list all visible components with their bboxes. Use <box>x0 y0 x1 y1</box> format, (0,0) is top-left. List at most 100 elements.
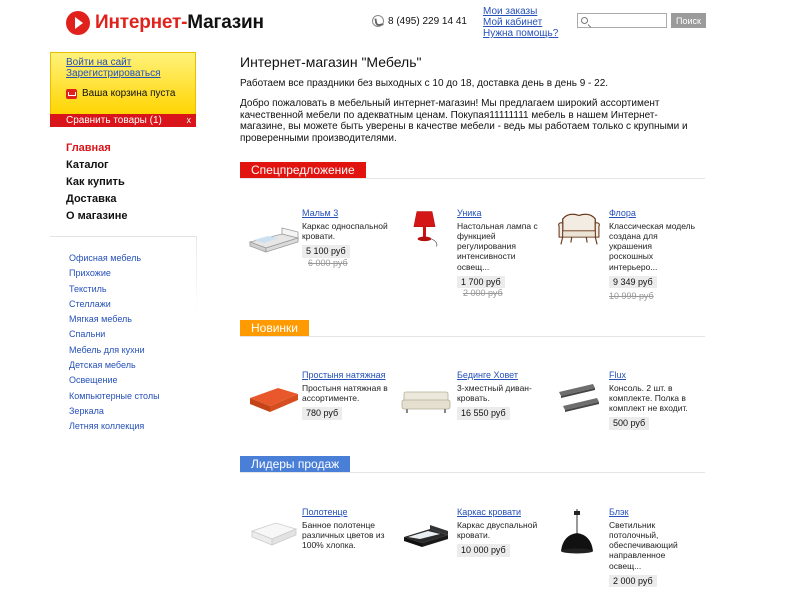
fitted-sheet-image[interactable] <box>248 378 300 416</box>
product-card: Flux Консоль. 2 шт. в комплекте. Полка в… <box>553 370 703 450</box>
product-price: 500 руб <box>609 417 650 430</box>
nav-home[interactable]: Главная <box>66 140 128 157</box>
product-old-price: 10 999 руб <box>609 291 654 302</box>
page-title: Интернет-магазин "Мебель" <box>240 54 422 70</box>
category-item[interactable]: Спальни <box>69 327 160 342</box>
logo-text: Интернет-Магазин <box>95 12 264 34</box>
cart-icon <box>66 88 77 99</box>
sofa-image[interactable] <box>553 210 605 248</box>
product-description: Настольная лампа с функцией регулировани… <box>457 220 538 272</box>
nav-how-to-buy[interactable]: Как купить <box>66 174 128 191</box>
register-link[interactable]: Зарегистрироваться <box>66 68 195 79</box>
product-description: 3-хместный диван-кровать. <box>457 382 532 403</box>
price-row: 9 349 руб 10 999 руб <box>609 275 697 302</box>
product-card: Блэк Светильник потолочный, обеспечивающ… <box>553 507 703 588</box>
product-info: Каркас кровати Каркас двуспальной кроват… <box>457 507 545 557</box>
product-price: 2 000 руб <box>609 574 657 588</box>
logo-text-part2: Магазин <box>187 12 264 33</box>
category-item[interactable]: Зеркала <box>69 404 160 419</box>
phone-block: 8 (495) 229 14 41 <box>372 15 467 27</box>
logo-text-part1: Интернет- <box>95 12 188 33</box>
sidebar-divider <box>50 236 196 237</box>
product-price: 5 100 руб <box>302 245 350 258</box>
price-row: 2 000 руб <box>609 574 697 588</box>
product-description: Консоль. 2 шт. в комплекте. Полка в комп… <box>609 382 688 414</box>
product-card: Простыня натяжная Простыня натяжная в ас… <box>248 370 398 450</box>
compare-close-icon[interactable]: x <box>187 114 192 127</box>
nav-about[interactable]: О магазине <box>66 208 128 225</box>
product-price: 9 349 руб <box>609 275 657 289</box>
bed-frame-image[interactable] <box>400 517 452 555</box>
product-card: Бединге Ховет 3-хместный диван-кровать. … <box>400 370 550 450</box>
product-price: 1 700 руб <box>457 275 505 289</box>
product-info: Простыня натяжная Простыня натяжная в ас… <box>302 370 390 420</box>
product-price: 16 550 руб <box>457 407 510 420</box>
product-info: Уника Настольная лампа с функцией регули… <box>457 208 545 299</box>
search-box <box>577 13 667 28</box>
my-account-link[interactable]: Мой кабинет <box>483 17 558 28</box>
table-lamp-image[interactable] <box>400 210 452 248</box>
product-name-link[interactable]: Блэк <box>609 507 697 518</box>
category-item[interactable]: Прихожие <box>69 266 160 281</box>
intro-paragraph-welcome: Добро пожаловать в мебельный интернет-ма… <box>240 98 688 144</box>
section-divider <box>240 336 705 337</box>
section-title-new-arrivals: Новинки <box>240 320 309 337</box>
price-row: 16 550 руб <box>457 407 545 420</box>
product-name-link[interactable]: Простыня натяжная <box>302 370 390 381</box>
cart-status[interactable]: Ваша корзина пуста <box>66 88 195 99</box>
product-name-link[interactable]: Флора <box>609 208 697 219</box>
product-name-link[interactable]: Каркас кровати <box>457 507 545 518</box>
product-name-link[interactable]: Flux <box>609 370 697 381</box>
product-description: Простыня натяжная в ассортименте. <box>302 382 388 403</box>
product-description: Светильник потолочный, обеспечивающий на… <box>609 519 678 571</box>
category-item[interactable]: Офисная мебель <box>69 251 160 266</box>
product-name-link[interactable]: Мальм 3 <box>302 208 390 219</box>
category-item[interactable]: Мебель для кухни <box>69 343 160 358</box>
help-link[interactable]: Нужна помощь? <box>483 28 558 39</box>
category-item[interactable]: Детская мебель <box>69 358 160 373</box>
site-logo[interactable]: Интернет-Магазин <box>66 11 264 35</box>
cart-status-text: Ваша корзина пуста <box>82 88 176 99</box>
bed-image[interactable] <box>248 218 300 256</box>
sofa-bed-image[interactable] <box>400 380 452 418</box>
my-orders-link[interactable]: Мои заказы <box>483 6 558 17</box>
category-item[interactable]: Компьютерные столы <box>69 389 160 404</box>
ceiling-lamp-image[interactable] <box>553 507 605 563</box>
price-row: 5 100 руб 6 000 руб <box>302 245 390 268</box>
compare-bar[interactable]: Сравнить товары (1) x <box>50 114 196 127</box>
product-card: Мальм 3 Каркас односпальной кровати. 5 1… <box>248 208 398 288</box>
product-old-price: 6 000 руб <box>308 257 348 268</box>
category-item[interactable]: Мягкая мебель <box>69 312 160 327</box>
intro-paragraph-hours: Работаем все праздники без выходных с 10… <box>240 78 609 89</box>
category-item[interactable]: Летняя коллекция <box>69 419 160 434</box>
product-card: Уника Настольная лампа с функцией регули… <box>400 208 550 298</box>
product-description: Классическая модель создана для украшени… <box>609 220 696 272</box>
shelf-console-image[interactable] <box>553 382 605 420</box>
price-row: 780 руб <box>302 407 390 420</box>
product-name-link[interactable]: Уника <box>457 208 545 219</box>
nav-catalog[interactable]: Каталог <box>66 157 128 174</box>
nav-delivery[interactable]: Доставка <box>66 191 128 208</box>
category-item[interactable]: Текстиль <box>69 282 160 297</box>
intro-text: Работаем все праздники без выходных с 10… <box>240 78 700 153</box>
login-link[interactable]: Войти на сайт <box>66 57 195 68</box>
product-info: Полотенце Банное полотенце различных цве… <box>302 507 390 550</box>
search-button[interactable]: Поиск <box>671 13 706 28</box>
price-row: 10 000 руб <box>457 544 545 557</box>
product-info: Мальм 3 Каркас односпальной кровати. 5 1… <box>302 208 390 268</box>
product-info: Flux Консоль. 2 шт. в комплекте. Полка в… <box>609 370 697 430</box>
product-card: Полотенце Банное полотенце различных цве… <box>248 507 398 587</box>
category-item[interactable]: Освещение <box>69 373 160 388</box>
section-title-bestsellers: Лидеры продаж <box>240 456 351 473</box>
towel-image[interactable] <box>248 515 300 553</box>
product-name-link[interactable]: Полотенце <box>302 507 390 518</box>
category-list: Офисная мебель Прихожие Текстиль Стеллаж… <box>69 251 160 435</box>
section-divider <box>240 178 705 179</box>
search-input[interactable] <box>578 14 666 27</box>
category-item[interactable]: Стеллажи <box>69 297 160 312</box>
product-name-link[interactable]: Бединге Ховет <box>457 370 545 381</box>
price-row: 1 700 руб 2 000 руб <box>457 275 545 299</box>
account-box: Войти на сайт Зарегистрироваться Ваша ко… <box>50 52 196 116</box>
user-links: Мои заказы Мой кабинет Нужна помощь? <box>483 6 558 39</box>
section-title-special-offer: Спецпредложение <box>240 162 366 179</box>
